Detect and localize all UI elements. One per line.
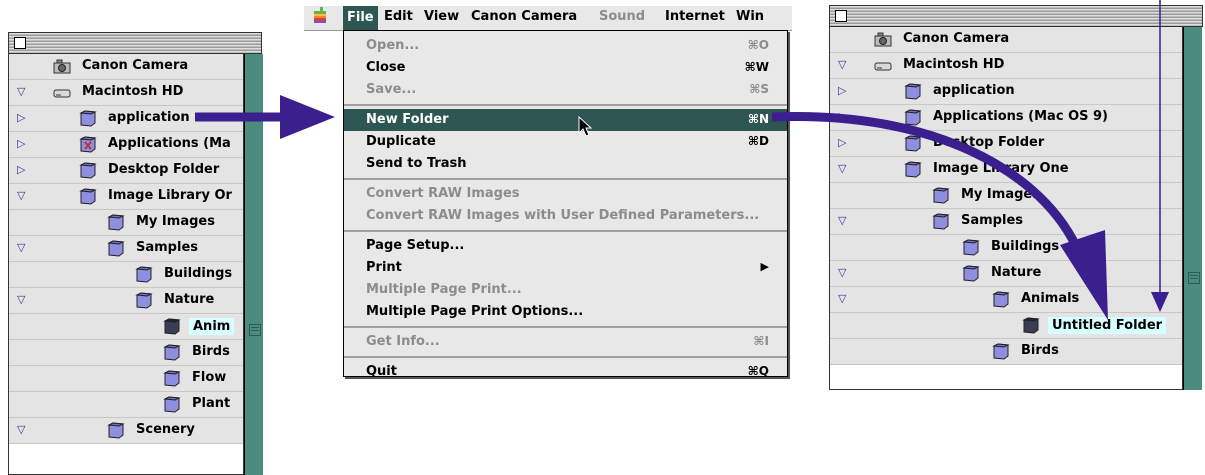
arrow-to-menu (195, 95, 335, 139)
pointer-line (1151, 0, 1169, 312)
annotation-arrows (195, 0, 1169, 320)
arrow-to-new-folder (771, 111, 1108, 320)
mouse-cursor-icon (578, 115, 593, 137)
